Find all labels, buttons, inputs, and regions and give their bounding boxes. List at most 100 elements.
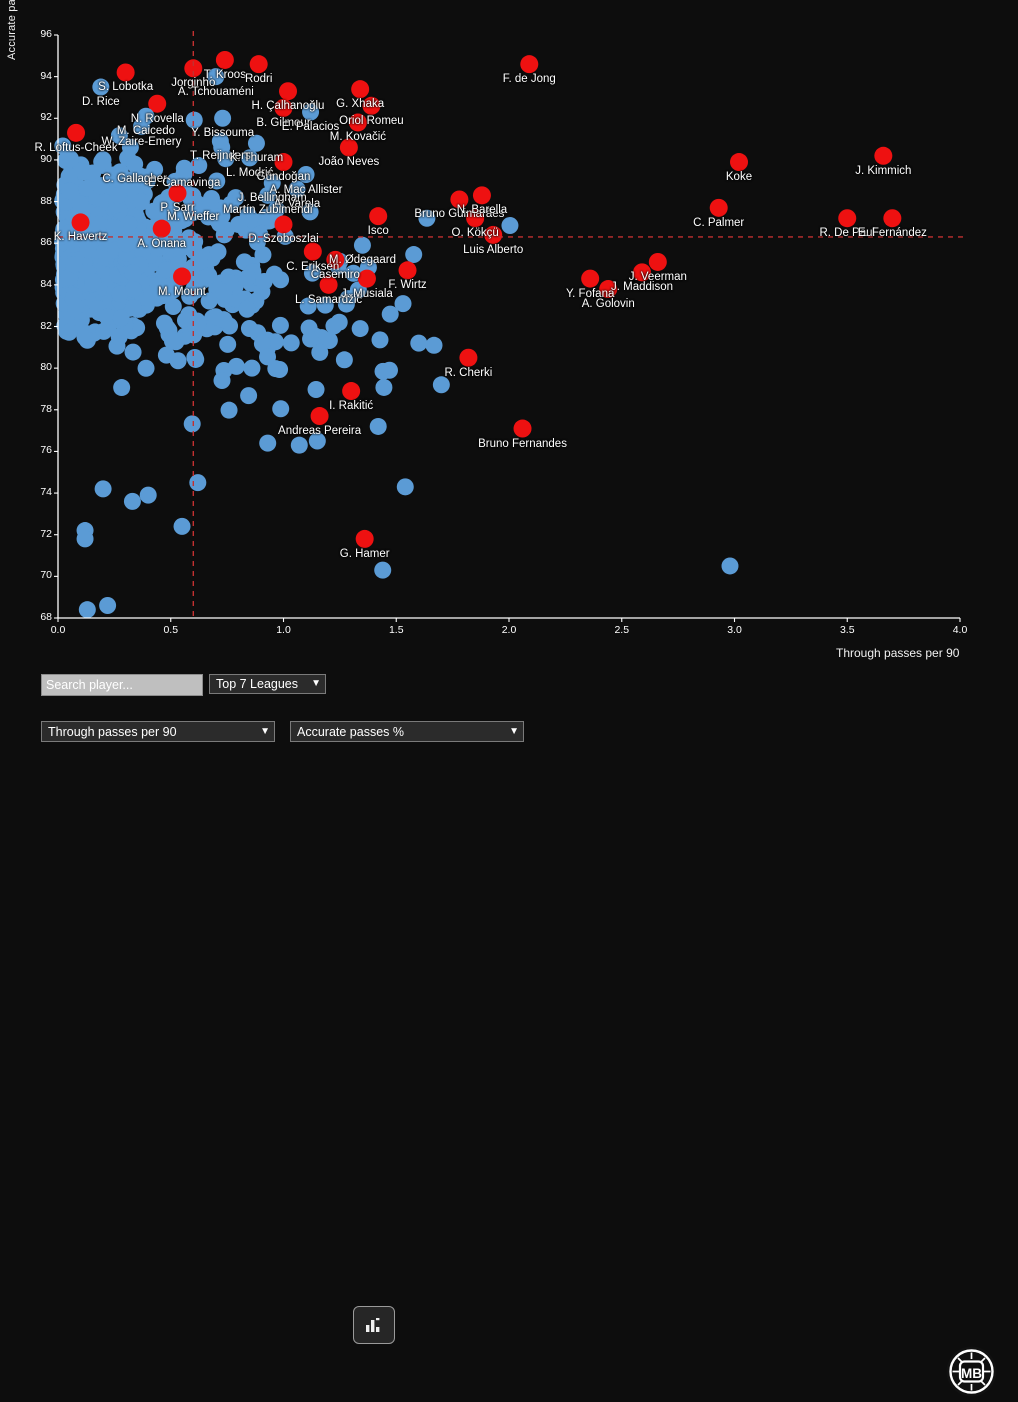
data-point — [335, 351, 353, 369]
league-select[interactable]: Top 7 Leagues ▼ — [209, 674, 326, 694]
data-point — [132, 193, 150, 211]
data-point-highlighted — [92, 78, 110, 96]
data-point-highlighted — [883, 209, 902, 228]
data-point — [219, 335, 237, 353]
data-point — [307, 380, 325, 398]
data-point — [84, 273, 102, 291]
data-point — [325, 317, 343, 335]
data-point — [316, 296, 334, 314]
y-axis-tick-label: 86 — [40, 236, 52, 249]
data-point-highlighted — [466, 209, 485, 228]
data-point-highlighted — [599, 280, 618, 299]
data-point-highlighted — [241, 149, 259, 167]
data-point-highlighted — [310, 407, 329, 426]
data-point — [240, 387, 258, 405]
x-axis-tick-label: 3.0 — [727, 624, 742, 636]
data-point — [164, 298, 182, 316]
data-point — [351, 320, 369, 338]
data-point-highlighted — [353, 236, 371, 254]
data-point — [238, 300, 256, 318]
data-point — [308, 432, 326, 450]
data-point-highlighted — [279, 82, 298, 101]
y-axis-tick-label: 88 — [40, 194, 52, 207]
data-point — [117, 235, 135, 253]
data-point-highlighted — [450, 190, 469, 209]
data-point — [259, 434, 277, 452]
y-axis-tick-label: 96 — [40, 28, 52, 40]
data-point — [371, 331, 389, 349]
data-point — [61, 182, 79, 200]
data-point-highlighted — [249, 55, 268, 74]
data-point-highlighted — [326, 250, 345, 269]
data-point-highlighted — [484, 225, 503, 244]
data-point-highlighted — [168, 184, 187, 203]
data-point-highlighted — [342, 382, 361, 401]
data-point — [251, 225, 269, 243]
data-point — [220, 401, 238, 419]
data-point-highlighted — [207, 68, 225, 86]
data-point — [380, 361, 398, 379]
data-point-highlighted — [633, 263, 652, 282]
data-point-highlighted — [362, 96, 381, 115]
data-point-highlighted — [175, 159, 193, 177]
data-point — [302, 330, 320, 348]
data-point — [265, 265, 283, 283]
x-metric-select-value: Through passes per 90 — [48, 724, 177, 739]
data-point — [259, 348, 277, 366]
data-point — [396, 478, 414, 496]
y-axis-tick-label: 70 — [40, 569, 52, 582]
data-point — [109, 187, 127, 205]
y-axis-tick-label: 68 — [40, 611, 52, 623]
data-point-highlighted — [339, 138, 358, 157]
data-point-highlighted — [116, 63, 135, 82]
data-point — [166, 206, 184, 224]
data-point — [271, 316, 289, 334]
data-point — [254, 246, 272, 264]
data-point-highlighted — [297, 166, 315, 183]
data-point-highlighted — [319, 275, 338, 294]
data-point — [410, 334, 428, 352]
mb-logo: MB — [946, 1346, 997, 1397]
x-axis-tick-label: 2.5 — [614, 624, 630, 636]
data-point-highlighted — [211, 132, 229, 150]
points-layer — [54, 50, 902, 619]
data-point — [189, 474, 207, 492]
chart-toggle-button[interactable] — [353, 1306, 395, 1344]
data-point — [213, 371, 231, 389]
data-point — [418, 209, 436, 227]
data-point-highlighted — [274, 98, 293, 117]
data-point — [187, 350, 205, 368]
y-axis-tick-label: 80 — [40, 361, 52, 374]
data-point — [257, 208, 275, 226]
data-point — [90, 215, 108, 233]
data-point-highlighted — [398, 261, 417, 280]
data-point — [425, 336, 443, 354]
data-point — [217, 221, 235, 239]
data-point — [187, 282, 205, 300]
scatter-canvas[interactable] — [0, 0, 1018, 640]
data-point — [394, 295, 412, 313]
data-point — [202, 190, 220, 208]
data-point — [65, 256, 83, 274]
y-axis-tick-label: 90 — [40, 152, 52, 165]
data-point — [146, 160, 164, 178]
data-point-highlighted — [274, 215, 293, 234]
data-point-highlighted — [303, 242, 322, 261]
data-point — [93, 153, 111, 171]
search-input[interactable] — [41, 674, 203, 696]
data-point — [124, 264, 142, 282]
data-point-highlighted — [355, 529, 374, 548]
data-point — [123, 492, 141, 510]
data-point — [189, 315, 207, 333]
y-axis-title: Accurate passes % — [6, 0, 18, 60]
league-select-value: Top 7 Leagues — [216, 677, 299, 691]
data-point-highlighted — [369, 207, 388, 226]
y-metric-select[interactable]: Accurate passes % ▼ — [290, 721, 524, 742]
data-point — [124, 299, 142, 317]
data-point-highlighted — [288, 180, 306, 198]
data-point-highlighted — [126, 155, 144, 173]
data-point-highlighted — [520, 55, 539, 74]
data-point — [721, 557, 739, 575]
x-metric-select[interactable]: Through passes per 90 ▼ — [41, 721, 275, 742]
y-axis-tick-label: 78 — [40, 402, 52, 415]
